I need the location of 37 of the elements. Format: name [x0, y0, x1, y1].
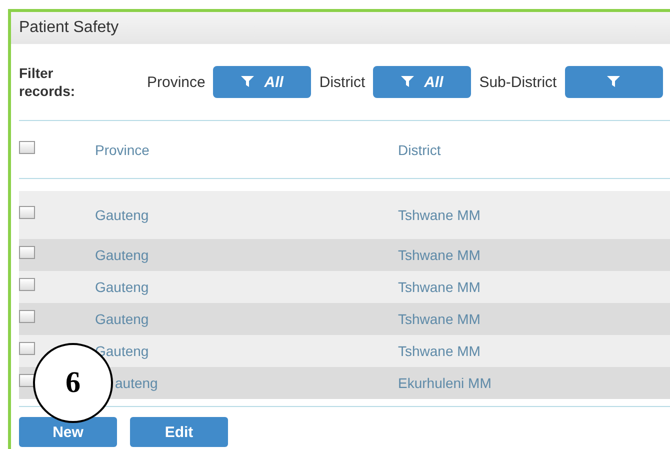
table-row[interactable]: Gauteng Tshwane MM [19, 303, 670, 335]
table-cell-text: Ekurhuleni MM [398, 375, 492, 391]
table-row[interactable]: Gauteng Tshwane MM [19, 271, 670, 303]
filter-name: Sub-District [479, 74, 557, 90]
filter-name: Province [147, 74, 206, 90]
table-row[interactable]: Gauteng Tshwane MM [19, 191, 670, 239]
filter-button[interactable] [564, 66, 663, 98]
table-cell-text: Gauteng [95, 311, 150, 327]
table-cell-text: Gauteng [95, 279, 150, 295]
table-cell-text: auteng [114, 375, 159, 391]
filter-icon [241, 76, 254, 88]
column-header[interactable]: District [398, 142, 670, 158]
filter-button[interactable]: All [373, 66, 472, 98]
checkbox[interactable] [19, 246, 35, 259]
checkbox[interactable] [19, 310, 35, 323]
checkbox[interactable] [19, 374, 35, 387]
filter-name: District [319, 74, 366, 90]
table-cell-text: Tshwane MM [398, 311, 482, 327]
new-button[interactable]: New [19, 417, 117, 447]
table-cell-text: Tshwane MM [398, 279, 482, 295]
filter-icon [607, 76, 620, 88]
checkbox[interactable] [19, 140, 35, 154]
table-cell-text: Gauteng [95, 247, 150, 263]
checkbox[interactable] [19, 342, 35, 355]
filter-icon [401, 76, 414, 88]
table-cell-text: Tshwane MM [398, 207, 482, 223]
checkbox[interactable] [19, 206, 35, 219]
table-cell-text: Tshwane MM [398, 343, 482, 359]
table-cell-text: Tshwane MM [398, 247, 482, 263]
column-header[interactable]: Province [95, 142, 398, 158]
table-cell-text: Gauteng [95, 207, 150, 223]
table-row[interactable]: Gauteng Tshwane MM [19, 239, 670, 271]
checkbox[interactable] [19, 278, 35, 291]
filter-label: Filter records: [19, 64, 76, 100]
filter-button[interactable]: All [213, 66, 312, 98]
edit-button[interactable]: Edit [130, 417, 228, 447]
panel-title: Patient Safety [19, 19, 119, 37]
